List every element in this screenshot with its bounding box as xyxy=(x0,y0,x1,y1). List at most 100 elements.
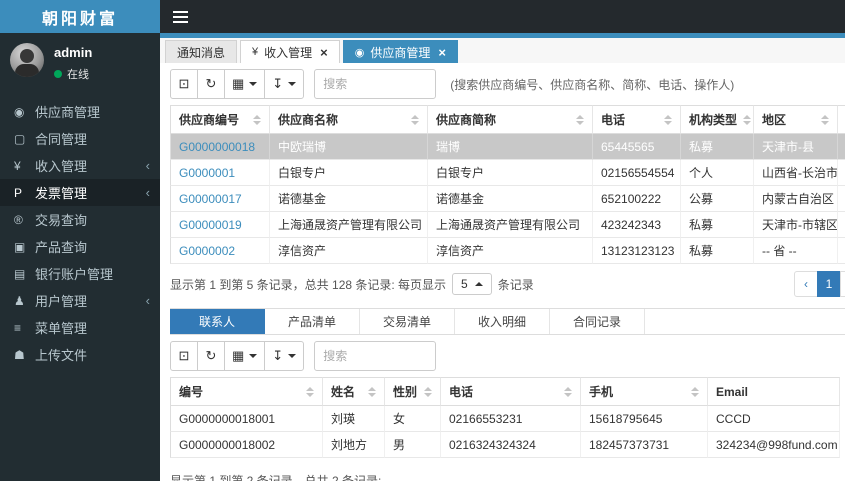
sidebar-item-transactions[interactable]: ® 交易查询 xyxy=(0,206,160,233)
sort-icon xyxy=(411,114,419,125)
cell-supplier-name: 中欧瑞博 xyxy=(270,134,428,160)
search-hint: (搜索供应商编号、供应商名称、简称、电话、操作人) xyxy=(450,77,735,92)
sidebar-item-bank-accounts[interactable]: ▤ 银行账户管理 xyxy=(0,260,160,287)
column-header-phone[interactable]: 电话 xyxy=(593,105,681,134)
yen-icon: ¥ xyxy=(252,46,259,58)
refresh-button[interactable]: ↻ xyxy=(197,69,225,99)
column-header-supplier-short-name[interactable]: 供应商简称 xyxy=(428,105,593,134)
app-window: 朝阳财富 admin 在线 ◉ 供应商管理 ▢ 合同管理 ¥ 收入管理 ‹ P … xyxy=(0,0,845,481)
sidebar-item-income[interactable]: ¥ 收入管理 ‹ xyxy=(0,152,160,179)
supplier-code-link[interactable]: G00000017 xyxy=(179,192,242,206)
column-header-operator[interactable]: 操作人 xyxy=(838,105,845,134)
column-header-supplier-name[interactable]: 供应商名称 xyxy=(270,105,428,134)
tab-label: 通知消息 xyxy=(177,45,226,60)
sidebar-item-label: 合同管理 xyxy=(35,132,88,147)
sidebar-item-products[interactable]: ▣ 产品查询 xyxy=(0,233,160,260)
supplier-row[interactable]: G0000002 淳信资产 淳信资产 13123123123 私募 -- 省 -… xyxy=(170,238,845,264)
sidebar-item-label: 用户管理 xyxy=(35,294,88,309)
product-box-icon: ▣ xyxy=(14,239,26,254)
pagination-info-suffix: 条记录 xyxy=(497,277,534,292)
column-header-contact-name[interactable]: 姓名 xyxy=(323,377,385,406)
close-icon[interactable]: × xyxy=(438,46,446,59)
cell-supplier-name: 白银专户 xyxy=(270,160,428,186)
columns-button[interactable]: ▦ xyxy=(224,341,266,371)
contact-row[interactable]: G0000000018002 刘地方 男 0216324324324 18245… xyxy=(170,432,840,458)
detail-tab-products[interactable]: 产品清单 xyxy=(265,309,360,334)
refresh-button[interactable]: ↻ xyxy=(197,341,225,371)
page-button-1[interactable]: 1 xyxy=(817,271,841,297)
detail-tab-transactions[interactable]: 交易清单 xyxy=(360,309,455,334)
sidebar-item-contracts[interactable]: ▢ 合同管理 xyxy=(0,125,160,152)
cell-supplier-short-name: 白银专户 xyxy=(428,160,593,186)
brand-logo[interactable]: 朝阳财富 xyxy=(0,0,160,33)
shield-icon: ☗ xyxy=(14,347,25,362)
toggle-view-button[interactable]: ⊡ xyxy=(170,69,198,99)
supplier-code-link[interactable]: G0000002 xyxy=(179,244,235,258)
cell-mobile: 15618795645 xyxy=(581,406,708,432)
column-header-mobile[interactable]: 手机 xyxy=(581,377,708,406)
supplier-row[interactable]: G0000001 白银专户 白银专户 02156554554 个人 山西省-长治… xyxy=(170,160,845,186)
cell-phone: 65445565 xyxy=(593,134,681,160)
caret-down-icon xyxy=(288,82,297,86)
detail-tab-contacts[interactable]: 联系人 xyxy=(170,309,265,334)
columns-grid-icon: ▦ xyxy=(232,76,245,91)
detail-tab-contracts[interactable]: 合同记录 xyxy=(550,309,645,334)
user-info: admin 在线 xyxy=(54,43,92,82)
supplier-search-input[interactable] xyxy=(314,69,437,99)
cell-contact-code: G0000000018001 xyxy=(170,406,323,432)
supplier-toolbar: ⊡ ↻ ▦ ↧ (搜索供应商编号、供应商名称、简称、电话、操作人) xyxy=(170,69,845,99)
column-header-contact-phone[interactable]: 电话 xyxy=(441,377,581,406)
supplier-code-link[interactable]: G00000019 xyxy=(179,218,242,232)
sidebar-item-label: 银行账户管理 xyxy=(35,267,114,282)
supplier-row[interactable]: G0000000018 中欧瑞博 瑞博 65445565 私募 天津市-县 ad… xyxy=(170,134,845,160)
supplier-code-link[interactable]: G0000001 xyxy=(179,166,235,180)
toggle-view-button[interactable]: ⊡ xyxy=(170,341,198,371)
caret-down-icon xyxy=(288,354,297,358)
sidebar-item-label: 交易查询 xyxy=(35,213,88,228)
columns-button[interactable]: ▦ xyxy=(224,69,266,99)
sidebar-item-menus[interactable]: ≡ 菜单管理 xyxy=(0,314,160,341)
supplier-row[interactable]: G00000019 上海通晟资产管理有限公司 上海通晟资产管理有限公司 4232… xyxy=(170,212,845,238)
chevron-left-icon: ‹ xyxy=(145,185,150,200)
supplier-row[interactable]: G00000017 诺德基金 诺德基金 652100222 公募 内蒙古自治区 … xyxy=(170,186,845,212)
column-header-gender[interactable]: 性别 xyxy=(385,377,441,406)
contact-row[interactable]: G0000000018001 刘瑛 女 02166553231 15618795… xyxy=(170,406,840,432)
tab-label: 收入管理 xyxy=(264,45,313,60)
cell-operator: admin xyxy=(838,160,845,186)
tab-suppliers[interactable]: ◉ 供应商管理 × xyxy=(342,40,458,63)
hamburger-menu-icon[interactable] xyxy=(173,10,188,23)
contact-table: 编号 姓名 性别 电话 手机 Email G0000000018001 刘瑛 女… xyxy=(170,377,840,458)
cell-gender: 女 xyxy=(385,406,441,432)
contact-search-input[interactable] xyxy=(314,341,437,371)
avatar[interactable] xyxy=(10,43,44,77)
online-status-label: 在线 xyxy=(67,69,89,81)
export-button[interactable]: ↧ xyxy=(264,341,305,371)
page-button-2[interactable]: 2 xyxy=(840,271,845,297)
supplier-code-link[interactable]: G0000000018 xyxy=(179,140,255,154)
sidebar-item-suppliers[interactable]: ◉ 供应商管理 xyxy=(0,98,160,125)
file-icon: ▢ xyxy=(14,131,26,146)
page-size-dropdown[interactable]: 5 xyxy=(452,273,492,295)
sidebar-item-users[interactable]: ♟ 用户管理 ‹ xyxy=(0,287,160,314)
sidebar-item-upload[interactable]: ☗ 上传文件 xyxy=(0,341,160,368)
dot-circle-icon: ◉ xyxy=(14,104,25,119)
column-header-org-type[interactable]: 机构类型 xyxy=(681,105,754,134)
export-button[interactable]: ↧ xyxy=(264,69,305,99)
detail-tab-income[interactable]: 收入明细 xyxy=(455,309,550,334)
prev-page-button[interactable]: ‹ xyxy=(794,271,818,297)
sidebar-item-invoices[interactable]: P 发票管理 ‹ xyxy=(0,179,160,206)
tab-income[interactable]: ¥ 收入管理 × xyxy=(240,40,340,63)
column-header-contact-code[interactable]: 编号 xyxy=(170,377,323,406)
column-header-supplier-code[interactable]: 供应商编号 xyxy=(170,105,270,134)
column-header-email[interactable]: Email xyxy=(708,377,840,406)
cell-region: 天津市-市辖区 xyxy=(754,212,838,238)
chevron-left-icon: ‹ xyxy=(145,293,150,308)
tab-notifications[interactable]: 通知消息 xyxy=(165,40,238,63)
export-icon: ↧ xyxy=(272,76,284,91)
column-header-region[interactable]: 地区 xyxy=(754,105,838,134)
cell-supplier-name: 淳信资产 xyxy=(270,238,428,264)
main-area: 通知消息 ¥ 收入管理 × ◉ 供应商管理 × ⊡ ↻ ▦ ↧ 搜索 (搜索供应… xyxy=(160,0,845,481)
sidebar-item-label: 产品查询 xyxy=(35,240,88,255)
close-icon[interactable]: × xyxy=(320,46,328,59)
refresh-icon: ↻ xyxy=(205,76,217,91)
